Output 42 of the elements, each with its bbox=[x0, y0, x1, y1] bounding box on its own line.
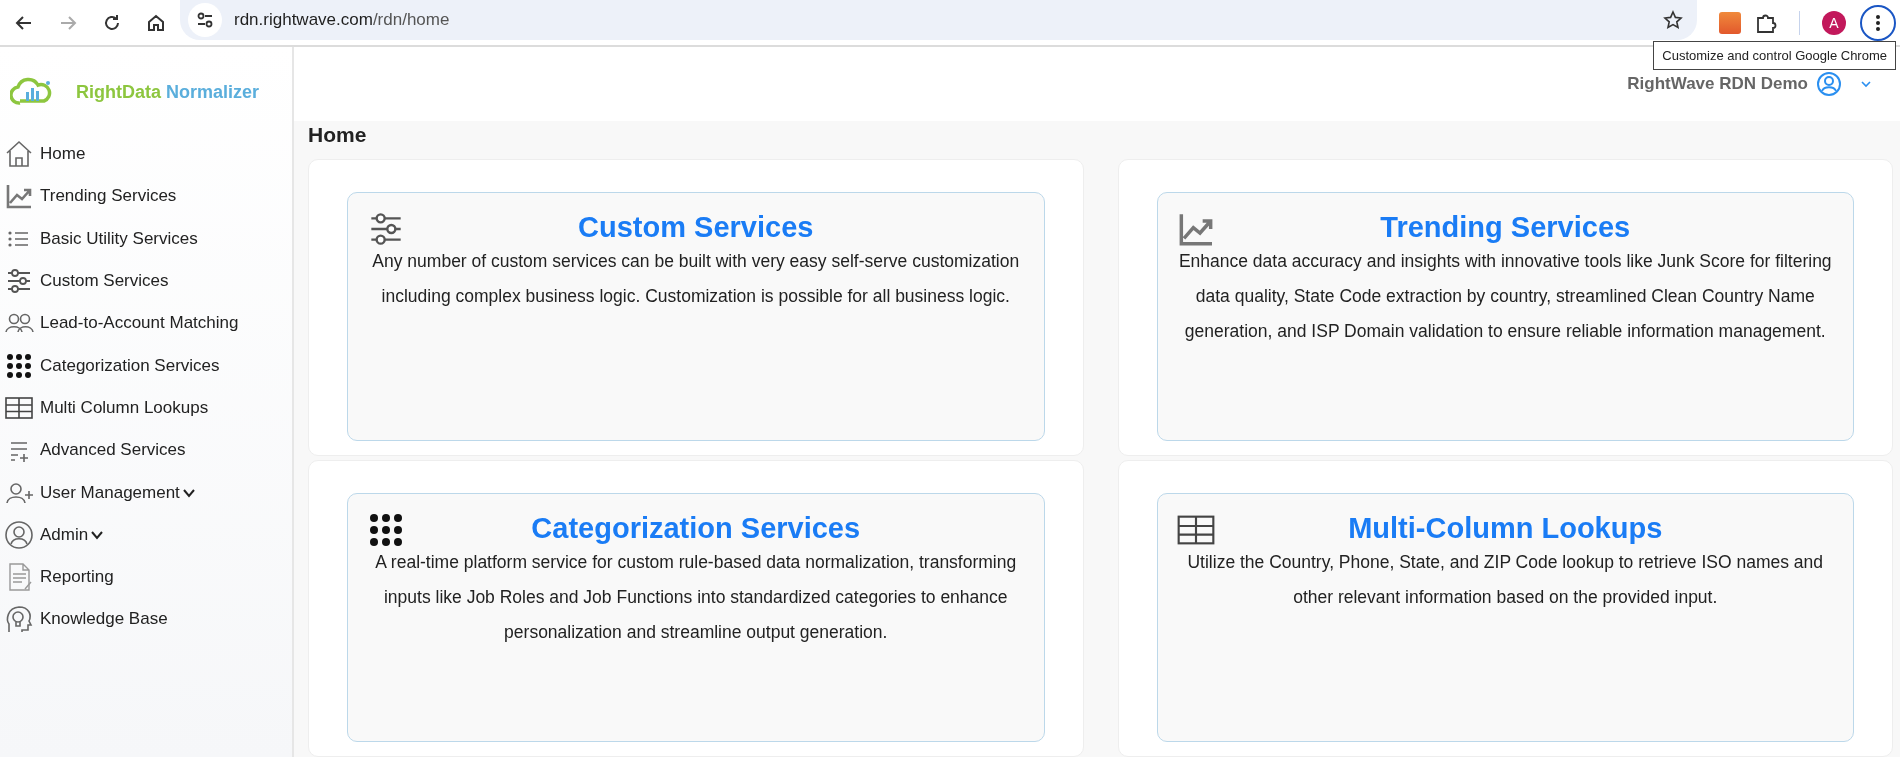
user-circle-icon bbox=[4, 519, 34, 550]
app-logo-text: RightData Normalizer bbox=[76, 81, 260, 103]
nav-item[interactable]: Categorization Services bbox=[34, 344, 226, 387]
nav-item[interactable]: Advanced Services bbox=[34, 429, 192, 472]
nav-item[interactable]: Trending Services bbox=[34, 175, 183, 218]
card-description: Enhance data accuracy and insights with innovative tools like Junk Score for filtering data quality, State Code extraction by country, streamlined Clean Country Name generation, and ISP Domain validation to ensure reliable information management. bbox=[1177, 250, 1833, 343]
nav-item[interactable]: Multi Column Lookups bbox=[34, 386, 215, 430]
card-title: Custom Services bbox=[577, 211, 815, 244]
page-title: Home bbox=[308, 123, 368, 147]
home-icon[interactable] bbox=[146, 12, 166, 33]
profile-avatar[interactable]: A bbox=[1822, 10, 1846, 35]
nav-item[interactable]: Knowledge Base bbox=[34, 598, 174, 641]
home-icon bbox=[4, 139, 34, 170]
card-title: Multi-Column Lookups bbox=[1347, 512, 1664, 545]
bookmark-star-icon[interactable] bbox=[1663, 9, 1683, 30]
service-panel[interactable] bbox=[1156, 192, 1854, 441]
nav-item[interactable]: Lead-to-Account Matching bbox=[34, 302, 245, 345]
card-description: Any number of custom services can be built with very easy self-serve customization including complex business logic. Customization is possible for all business logic. bbox=[371, 250, 1021, 308]
nav-item[interactable]: Reporting bbox=[34, 555, 120, 599]
tooltip: Customize and control Google Chrome bbox=[1653, 40, 1896, 70]
nav-item[interactable]: User Management bbox=[34, 471, 186, 514]
address-bar[interactable]: rdn.rightwave.com/rdn/home bbox=[180, 0, 1697, 40]
extension-icon[interactable] bbox=[1719, 11, 1741, 34]
user-name[interactable]: RightWave RDN Demo bbox=[1627, 74, 1808, 94]
cloud-chart-logo-icon bbox=[10, 77, 54, 107]
nav-item[interactable]: Home bbox=[34, 133, 92, 176]
nav-item[interactable]: Admin bbox=[34, 513, 95, 556]
card-title: Trending Services bbox=[1379, 211, 1632, 244]
nav-item[interactable]: Basic Utility Services bbox=[34, 217, 204, 260]
card-title: Categorization Services bbox=[530, 512, 862, 545]
vertical-dots-icon[interactable] bbox=[1875, 13, 1881, 32]
site-settings-icon[interactable] bbox=[188, 2, 222, 37]
lightbulb-head-icon bbox=[4, 604, 34, 635]
service-panel[interactable]: Custom Services Any number of custom services can be built with very easy self-serve customization including complex business logic. Customization is possible for all business logic. bbox=[347, 192, 1045, 441]
url-text: rdn.rightwave.com/rdn/home bbox=[234, 9, 451, 30]
service-panel[interactable]: Multi-Column Lookups Utilize the Country, Phone, State, and ZIP Code lookup to retrieve ISO names and other relevant information based on the provided input. bbox=[1156, 493, 1854, 742]
user-icon[interactable] bbox=[1816, 71, 1842, 97]
reload-icon[interactable] bbox=[102, 12, 122, 33]
nav-item[interactable]: Custom Services bbox=[34, 259, 175, 303]
card-description: Utilize the Country, Phone, State, and ZIP Code lookup to retrieve ISO names and other relevant information based on the provided input. bbox=[1186, 551, 1824, 609]
service-panel[interactable] bbox=[347, 493, 1045, 742]
card-description: A real-time platform service for custom rule-based data normalization, transforming inputs like Job Roles and Job Functions into standardized categories to enhance personalization and streamline output generation. bbox=[374, 551, 1018, 644]
